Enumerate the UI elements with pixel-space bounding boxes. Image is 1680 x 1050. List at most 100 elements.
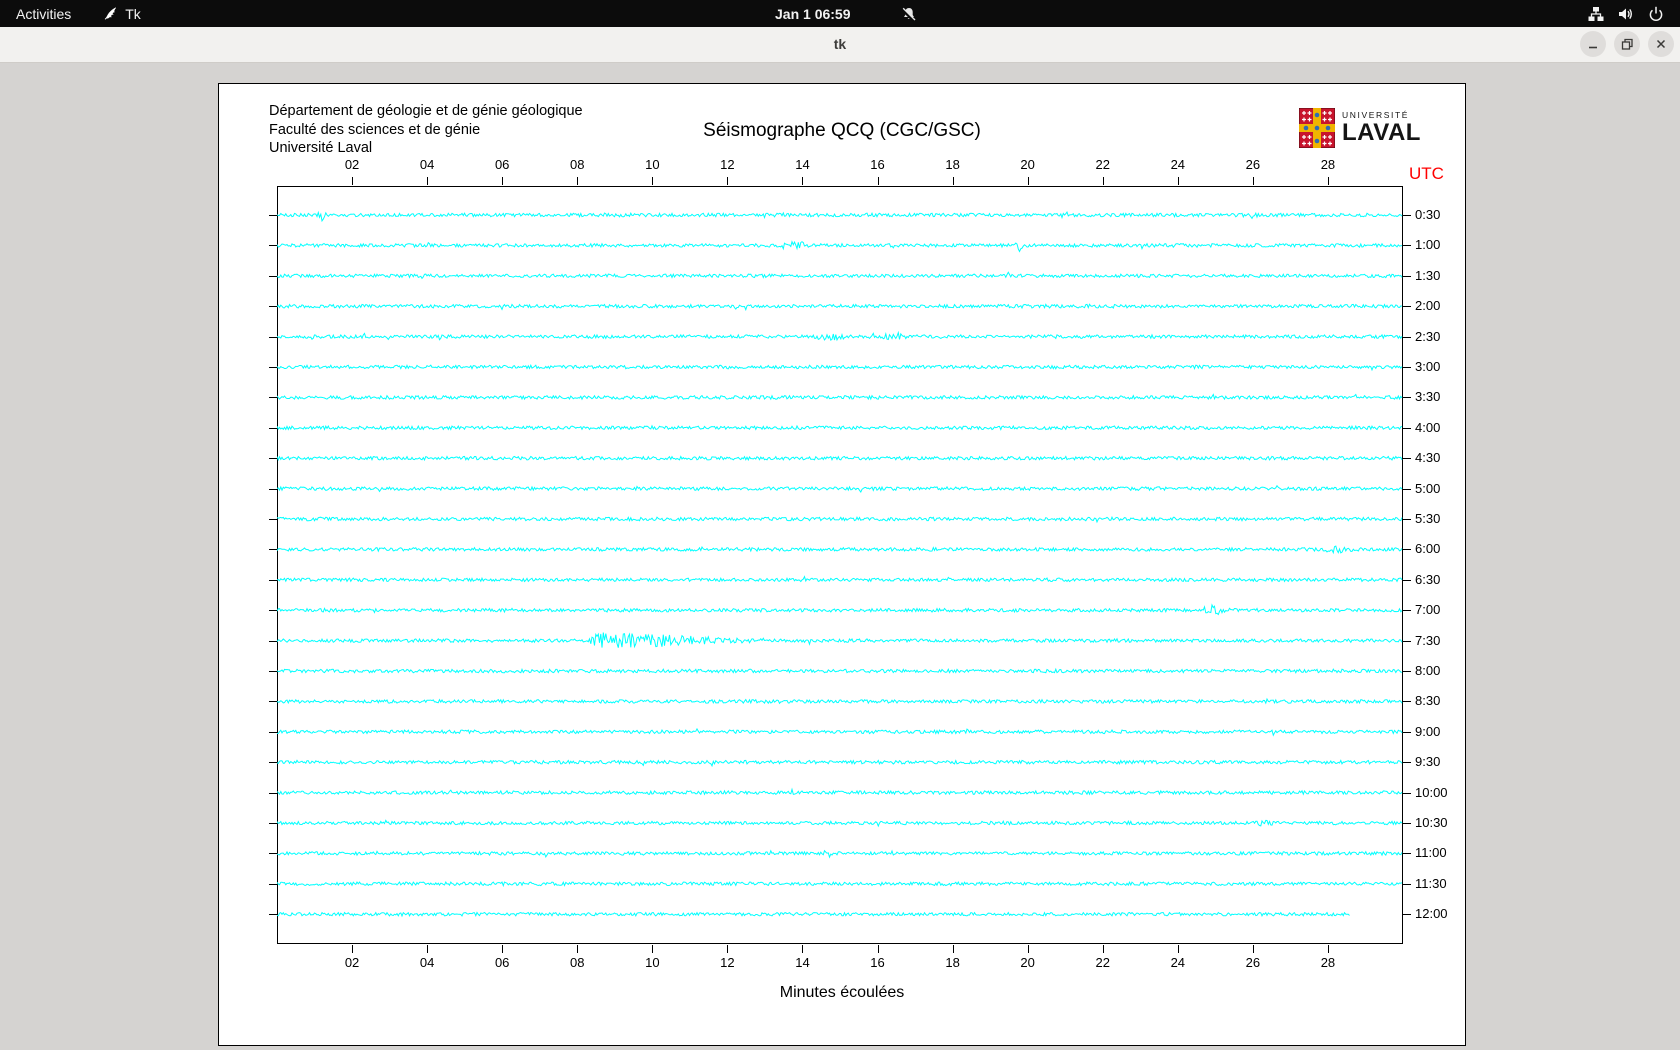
trace-row-12:00 xyxy=(277,911,1350,918)
maximize-icon xyxy=(1621,38,1633,50)
x-tick-label-top: 16 xyxy=(870,157,885,172)
logo-universite-label: UNIVERSITÉ xyxy=(1342,109,1410,120)
row-tick-right xyxy=(1403,762,1411,764)
x-tick-label-bottom: 14 xyxy=(795,955,810,970)
utc-time-label: 1:00 xyxy=(1415,237,1441,253)
tk-icon xyxy=(104,7,117,20)
trace-row-7:00 xyxy=(277,603,1403,616)
x-tick-label-bottom: 02 xyxy=(344,955,360,970)
row-tick-left xyxy=(269,731,277,733)
row-tick-left xyxy=(269,792,277,794)
x-tick-label-top: 06 xyxy=(494,157,510,172)
utc-time-label: 5:30 xyxy=(1415,511,1441,526)
notifications-muted-icon xyxy=(900,7,915,22)
row-tick-right xyxy=(1403,275,1411,277)
trace-row-11:00 xyxy=(277,849,1403,859)
row-tick-left xyxy=(269,367,277,368)
row-tick-right xyxy=(1403,549,1411,551)
x-tick-label-top: 14 xyxy=(795,157,810,172)
close-button[interactable] xyxy=(1648,31,1674,57)
row-tick-left xyxy=(269,701,277,703)
row-tick-left xyxy=(269,245,277,247)
x-tick-label-bottom: 08 xyxy=(570,955,585,970)
x-tick-top xyxy=(652,177,654,185)
x-tick-top xyxy=(1027,177,1029,185)
x-tick-label-top: 12 xyxy=(720,157,735,172)
row-tick-left xyxy=(269,883,277,885)
x-tick-label-bottom: 22 xyxy=(1095,955,1110,970)
x-tick-label-bottom: 26 xyxy=(1245,955,1261,970)
row-tick-left xyxy=(269,610,277,612)
x-tick-label-bottom: 04 xyxy=(419,955,435,970)
utc-time-label: 7:00 xyxy=(1415,602,1441,618)
x-tick-top xyxy=(427,177,429,185)
close-icon xyxy=(1656,39,1666,49)
row-tick-left xyxy=(269,519,277,520)
x-tick-top xyxy=(502,177,504,185)
x-tick-label-bottom: 12 xyxy=(720,955,735,970)
x-tick-top xyxy=(727,177,729,185)
row-tick-left xyxy=(269,458,277,460)
utc-time-label: 1:30 xyxy=(1415,267,1441,283)
row-tick-left xyxy=(269,427,277,429)
universite-laval-logo: UNIVERSITÉ LAVAL xyxy=(1299,108,1421,148)
row-tick-right xyxy=(1403,853,1411,855)
trace-row-9:00 xyxy=(277,727,1403,737)
activities-button[interactable]: Activities xyxy=(0,0,87,27)
x-tick-bottom xyxy=(427,945,429,953)
row-tick-left xyxy=(269,549,277,551)
row-tick-right xyxy=(1403,610,1411,612)
utc-time-label: 6:00 xyxy=(1415,541,1441,557)
clock-label: Jan 1 06:59 xyxy=(775,5,851,22)
row-tick-right xyxy=(1403,367,1411,368)
row-tick-right xyxy=(1403,731,1411,733)
utc-time-label: 9:00 xyxy=(1415,723,1441,739)
clock-menu[interactable]: Jan 1 06:59 xyxy=(775,0,917,27)
x-tick-top xyxy=(802,177,804,185)
row-tick-right xyxy=(1403,458,1411,460)
row-tick-left xyxy=(269,853,277,855)
utc-label: UTC xyxy=(1409,164,1444,183)
maximize-button[interactable] xyxy=(1614,31,1640,57)
utc-time-label: 4:00 xyxy=(1415,419,1441,435)
trace-row-6:30 xyxy=(277,575,1403,583)
x-tick-label-top: 18 xyxy=(945,157,960,172)
x-tick-bottom xyxy=(1252,945,1254,953)
row-tick-left xyxy=(269,671,277,672)
laval-shield-icon xyxy=(1299,108,1335,148)
trace-row-5:30 xyxy=(277,515,1403,524)
row-tick-right xyxy=(1403,914,1411,916)
x-tick-bottom xyxy=(352,945,354,953)
trace-row-11:30 xyxy=(277,880,1403,888)
system-status-menu[interactable] xyxy=(1578,0,1674,27)
plot-title: Séismographe QCQ (CGC/GSC) xyxy=(703,120,981,141)
x-tick-top xyxy=(1252,177,1254,185)
utc-time-label: 0:30 xyxy=(1415,207,1441,222)
trace-row-10:00 xyxy=(277,787,1403,796)
focused-app-menu[interactable]: Tk xyxy=(87,0,157,27)
utc-time-label: 10:00 xyxy=(1415,784,1448,800)
x-tick-label-bottom: 28 xyxy=(1320,955,1336,970)
minimize-button[interactable] xyxy=(1580,31,1606,57)
x-tick-top xyxy=(352,177,354,185)
logo-laval-label: LAVAL xyxy=(1342,119,1421,147)
row-tick-left xyxy=(269,336,277,338)
row-tick-right xyxy=(1403,701,1411,703)
focused-app-label: Tk xyxy=(125,5,141,22)
row-tick-right xyxy=(1403,215,1411,216)
x-tick-top xyxy=(952,177,954,185)
x-tick-top xyxy=(1177,177,1179,185)
row-tick-right xyxy=(1403,579,1411,581)
tk-window-content: Département de géologie et de génie géol… xyxy=(0,63,1680,1050)
row-tick-left xyxy=(269,914,277,916)
volume-icon xyxy=(1619,8,1632,19)
x-axis-title: Minutes écoulées xyxy=(779,984,905,1001)
row-tick-right xyxy=(1403,671,1411,672)
window-title: tk xyxy=(833,36,847,52)
row-tick-right xyxy=(1403,397,1411,399)
trace-row-10:30 xyxy=(277,819,1403,828)
row-tick-left xyxy=(269,397,277,399)
row-tick-right xyxy=(1403,336,1411,338)
row-tick-left xyxy=(269,275,277,277)
trace-row-3:00 xyxy=(277,364,1403,372)
